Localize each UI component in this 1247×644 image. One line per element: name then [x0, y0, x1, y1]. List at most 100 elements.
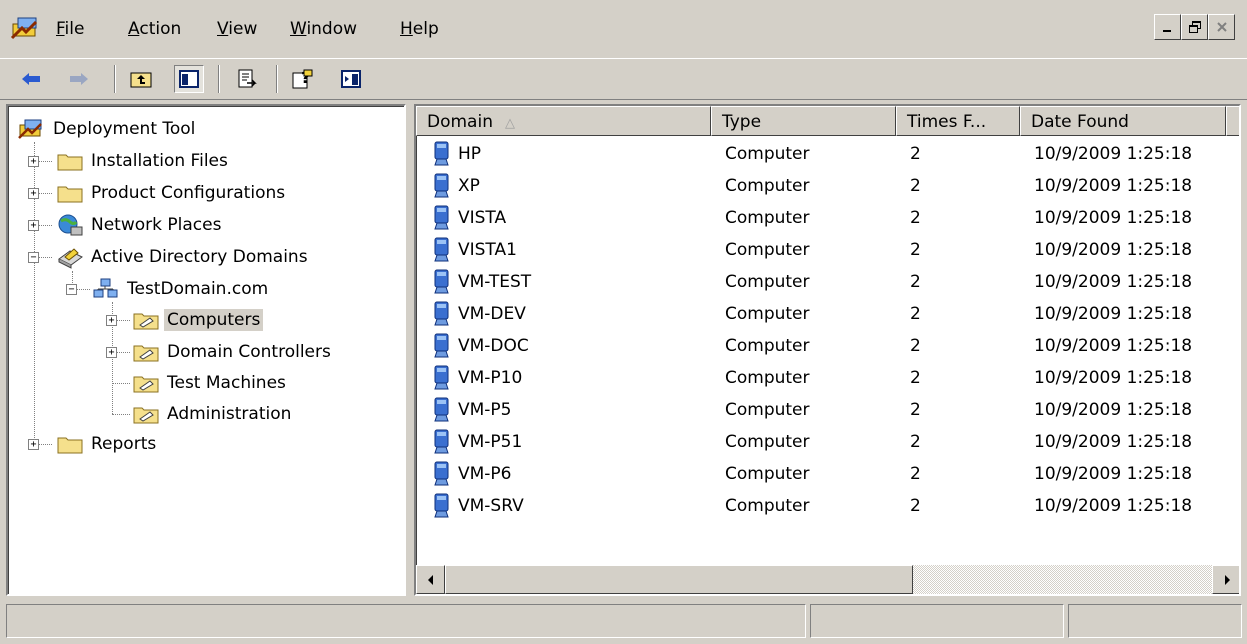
close-button[interactable] — [1208, 14, 1235, 40]
column-header-times-found[interactable]: Times F... — [896, 106, 1020, 136]
scrollbar-thumb[interactable] — [445, 565, 913, 594]
expand-toggle[interactable]: + — [28, 188, 39, 199]
tree-item-label: Domain Controllers — [167, 342, 331, 362]
scrollbar-track[interactable] — [913, 565, 1212, 594]
tree-item-active-directory-domains[interactable]: Active Directory Domains — [56, 242, 311, 272]
cell-date-found: 10/9/2009 1:25:18 — [1034, 176, 1193, 196]
cell-type: Computer — [725, 368, 810, 388]
tree-item-label: Active Directory Domains — [91, 247, 308, 267]
table-row[interactable]: VM-P6 Computer 2 10/9/2009 1:25:18 — [416, 458, 1239, 490]
cell-type: Computer — [725, 400, 810, 420]
cell-times-found: 2 — [910, 144, 921, 164]
menu-action[interactable]: Action — [126, 16, 183, 42]
minimize-button[interactable] — [1154, 14, 1181, 40]
cell-times-found: 2 — [910, 208, 921, 228]
column-header-date-found[interactable]: Date Found — [1020, 106, 1226, 136]
restore-button[interactable] — [1181, 14, 1208, 40]
cell-domain: VM-DOC — [432, 330, 529, 362]
table-row[interactable]: VM-DOC Computer 2 10/9/2009 1:25:18 — [416, 330, 1239, 362]
expand-toggle[interactable]: + — [106, 347, 117, 358]
tree-item-deployment-tool[interactable]: Deployment Tool — [18, 114, 198, 144]
table-row[interactable]: VM-P10 Computer 2 10/9/2009 1:25:18 — [416, 362, 1239, 394]
menu-view[interactable]: View — [215, 16, 259, 42]
horizontal-scrollbar[interactable] — [416, 565, 1239, 594]
collapse-toggle[interactable]: − — [28, 252, 39, 263]
back-arrow-icon — [22, 73, 40, 85]
column-header-domain[interactable]: Domain △ — [416, 106, 711, 136]
minimize-icon — [1162, 30, 1171, 32]
cell-type: Computer — [725, 272, 810, 292]
computer-icon — [434, 365, 449, 390]
up-one-level-button[interactable] — [126, 65, 156, 93]
table-row[interactable]: VM-P51 Computer 2 10/9/2009 1:25:18 — [416, 426, 1239, 458]
computer-icon — [434, 141, 449, 166]
expand-toggle[interactable]: + — [28, 156, 39, 167]
scroll-right-button[interactable] — [1212, 565, 1239, 594]
menu-window[interactable]: Window — [288, 16, 359, 42]
table-row[interactable]: VM-SRV Computer 2 10/9/2009 1:25:18 — [416, 490, 1239, 522]
sort-ascending-icon: △ — [504, 116, 515, 131]
show-hide-console-tree-icon — [179, 70, 199, 88]
collapse-toggle[interactable]: − — [66, 284, 77, 295]
table-row[interactable]: HP Computer 2 10/9/2009 1:25:18 — [416, 138, 1239, 170]
cell-domain-text: VM-P6 — [458, 464, 512, 484]
table-row[interactable]: VISTA1 Computer 2 10/9/2009 1:25:18 — [416, 234, 1239, 266]
show-hide-console-tree-button[interactable] — [174, 65, 204, 93]
cell-date-found: 10/9/2009 1:25:18 — [1034, 304, 1193, 324]
ou-folder-icon — [133, 345, 159, 362]
column-header-type[interactable]: Type — [711, 106, 896, 136]
cell-date-found: 10/9/2009 1:25:18 — [1034, 336, 1193, 356]
cell-domain-text: VM-DOC — [458, 336, 529, 356]
tree-item-domain-controllers[interactable]: Domain Controllers — [132, 337, 334, 367]
cell-domain-text: HP — [458, 144, 482, 164]
tree-item-label: Deployment Tool — [53, 119, 196, 139]
tree-item-reports[interactable]: Reports — [56, 429, 159, 459]
computer-icon — [434, 461, 449, 486]
table-row[interactable]: VM-P5 Computer 2 10/9/2009 1:25:18 — [416, 394, 1239, 426]
toolbar-separator — [218, 65, 220, 93]
cell-domain-text: VM-DEV — [458, 304, 526, 324]
cell-date-found: 10/9/2009 1:25:18 — [1034, 432, 1193, 452]
help-button[interactable]: ? — [288, 65, 318, 93]
cell-domain-text: VM-SRV — [458, 496, 524, 516]
console-tree[interactable]: Deployment Tool + Installation Files + P… — [6, 104, 406, 596]
cell-domain: VM-P5 — [432, 394, 512, 426]
export-list-button[interactable] — [232, 65, 262, 93]
tree-item-computers[interactable]: Computers — [132, 305, 264, 335]
cell-date-found: 10/9/2009 1:25:18 — [1034, 240, 1193, 260]
menu-help[interactable]: Help — [398, 16, 441, 42]
scroll-left-button[interactable] — [416, 565, 445, 594]
menu-file[interactable]: File — [54, 16, 86, 42]
cell-domain-text: VISTA1 — [458, 240, 517, 260]
show-hide-action-pane-button[interactable] — [336, 65, 366, 93]
expand-toggle[interactable]: + — [28, 220, 39, 231]
cell-domain-text: VM-P10 — [458, 368, 523, 388]
deployment-tool-icon — [18, 119, 42, 139]
tree-item-testdomain[interactable]: TestDomain.com — [92, 274, 271, 304]
expand-toggle[interactable]: + — [106, 315, 117, 326]
forward-arrow-icon — [70, 73, 88, 85]
ou-folder-icon — [133, 313, 159, 330]
tree-item-test-machines[interactable]: Test Machines — [132, 368, 289, 398]
table-row[interactable]: XP Computer 2 10/9/2009 1:25:18 — [416, 170, 1239, 202]
computer-icon — [434, 301, 449, 326]
cell-date-found: 10/9/2009 1:25:18 — [1034, 208, 1193, 228]
tree-item-network-places[interactable]: Network Places — [56, 210, 224, 240]
cell-domain: VM-P10 — [432, 362, 522, 394]
table-row[interactable]: VM-DEV Computer 2 10/9/2009 1:25:18 — [416, 298, 1239, 330]
up-one-level-icon — [130, 72, 152, 88]
back-button[interactable] — [16, 65, 46, 93]
table-row[interactable]: VISTA Computer 2 10/9/2009 1:25:18 — [416, 202, 1239, 234]
cell-domain-text: XP — [458, 176, 480, 196]
tree-item-installation-files[interactable]: Installation Files — [56, 146, 231, 176]
deployment-tool-app-icon[interactable] — [10, 14, 42, 44]
table-row[interactable]: VM-TEST Computer 2 10/9/2009 1:25:18 — [416, 266, 1239, 298]
expand-toggle[interactable]: + — [28, 439, 39, 450]
forward-button[interactable] — [64, 65, 94, 93]
results-list[interactable]: Domain △ Type Times F... Date Found HP Com… — [414, 104, 1241, 596]
tree-item-product-configurations[interactable]: Product Configurations — [56, 178, 288, 208]
tree-item-label: TestDomain.com — [127, 279, 269, 299]
tree-item-administration[interactable]: Administration — [132, 399, 294, 429]
toolbar: ? — [0, 58, 1247, 100]
cell-times-found: 2 — [910, 272, 921, 292]
